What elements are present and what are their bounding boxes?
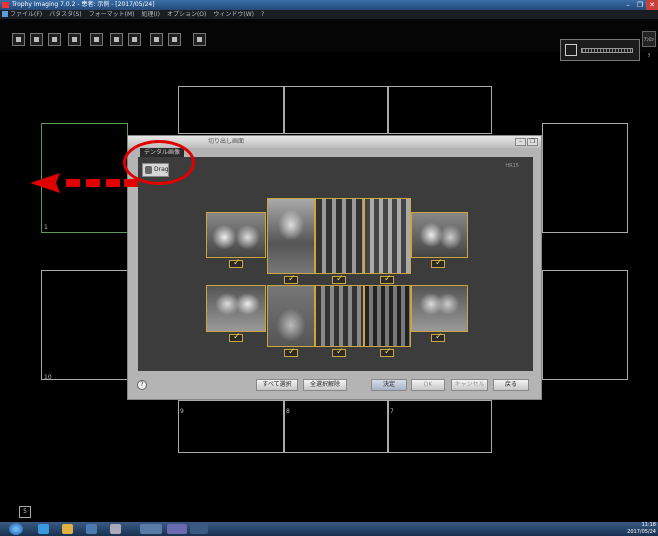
xray-tile-lower-1[interactable]	[206, 285, 266, 332]
frame-label-1: 1	[44, 224, 48, 231]
corner-label: HR15	[505, 163, 519, 169]
menu-options[interactable]: オプション(O)	[167, 10, 206, 19]
menu-process[interactable]: 処理(I)	[142, 10, 160, 19]
media-icon[interactable]	[86, 524, 97, 534]
check-lower-3[interactable]	[332, 347, 346, 357]
check-lower-1[interactable]	[229, 332, 243, 342]
close-button[interactable]: ✕	[646, 0, 658, 10]
acquire-icon[interactable]	[68, 33, 81, 46]
dialog-content: Drag HR15	[138, 157, 533, 371]
xray-tile-lower-4[interactable]	[364, 285, 411, 347]
help-button[interactable]: ?	[137, 380, 147, 390]
confirm-button[interactable]: 決定	[371, 379, 407, 391]
crop-dialog: 切り出し画面 – ❐ デンタル画像 Drag HR15 ✓ ✓ ✓ ✓ ✓ ✓ …	[127, 135, 542, 400]
dialog-restore-button[interactable]: ❐	[527, 138, 538, 146]
cancel-button[interactable]: キャンセル	[451, 379, 488, 391]
xray-tile-lower-5[interactable]	[411, 285, 468, 332]
xray-tile-upper-3[interactable]	[315, 198, 364, 274]
tray-date: 2017/05/24	[627, 529, 656, 535]
app-icon-taskbar[interactable]	[110, 524, 121, 534]
frame-top-3[interactable]	[388, 86, 492, 134]
dialog-titlebar: 切り出し画面 – ❐	[128, 136, 541, 148]
frame-label-10: 10	[44, 374, 52, 381]
frame-left-bottom[interactable]	[41, 270, 128, 380]
frame-top-1[interactable]	[178, 86, 284, 134]
check-lower-2[interactable]	[284, 347, 298, 357]
frame-label-9: 9	[180, 408, 184, 415]
toolbar: ｱﾝﾛｯｸ	[0, 19, 658, 61]
device-level-bar	[581, 48, 633, 53]
import-icon[interactable]	[48, 33, 61, 46]
frame-label-8: 8	[286, 408, 290, 415]
check-lower-4[interactable]	[380, 347, 394, 357]
frame-bottom-3[interactable]	[388, 400, 492, 453]
app-taskbar-item-2[interactable]	[167, 524, 187, 534]
minimize-button[interactable]: –	[622, 0, 634, 10]
ok-button[interactable]: OK	[411, 379, 445, 391]
check-upper-4[interactable]	[380, 274, 394, 284]
check-upper-5[interactable]	[431, 258, 445, 268]
start-button[interactable]	[9, 523, 23, 535]
check-upper-2[interactable]	[284, 274, 298, 284]
menu-help[interactable]: ?	[261, 10, 264, 19]
xray-tile-upper-4[interactable]	[364, 198, 411, 274]
xray-tile-upper-1[interactable]	[206, 212, 266, 258]
window-titlebar: Trophy Imaging 7.0.2 - 患者: 示例 - [2017/05…	[0, 0, 658, 10]
tray-time: 11:18	[641, 522, 656, 528]
window-controls: – ❐ ✕	[622, 0, 658, 10]
xray-tile-upper-2[interactable]	[267, 198, 315, 274]
explorer-icon[interactable]	[62, 524, 73, 534]
device-icon	[565, 44, 577, 56]
patient-icon[interactable]	[12, 33, 25, 46]
trophy-taskbar-item[interactable]	[140, 524, 162, 534]
frame-bottom-2[interactable]	[284, 400, 388, 453]
taskbar: 11:18 2017/05/24	[0, 522, 658, 536]
dialog-minimize-button[interactable]: –	[515, 138, 526, 146]
check-upper-3[interactable]	[332, 274, 346, 284]
system-tray: 11:18 2017/05/24	[627, 522, 656, 536]
frame-top-2[interactable]	[284, 86, 388, 134]
menu-window[interactable]: ウィンドウ(W)	[213, 10, 254, 19]
xray-tile-lower-2[interactable]	[267, 285, 315, 347]
open-icon[interactable]	[30, 33, 43, 46]
frame-right-bottom[interactable]	[542, 270, 628, 380]
side-button[interactable]: ｱﾝﾛｯｸ	[642, 31, 656, 59]
window-title: Trophy Imaging 7.0.2 - 患者: 示例 - [2017/05…	[12, 1, 155, 8]
xray-icon[interactable]	[110, 33, 123, 46]
frame-bottom-1[interactable]	[178, 400, 284, 453]
app-taskbar-item-3[interactable]	[190, 524, 208, 534]
print-icon[interactable]	[150, 33, 163, 46]
check-lower-5[interactable]	[431, 332, 445, 342]
exit-icon[interactable]	[193, 33, 206, 46]
back-button[interactable]: 戻る	[493, 379, 529, 391]
layout-icon[interactable]	[128, 33, 141, 46]
menubar: ファイル(F) パタスタ(S) フォーマット(M) 処理(I) オプション(O)…	[0, 10, 658, 19]
page-number[interactable]: 5	[19, 506, 31, 518]
frame-right-top[interactable]	[542, 123, 628, 233]
menu-format[interactable]: フォーマット(M)	[89, 10, 135, 19]
device-status-panel	[560, 39, 640, 61]
ie-icon[interactable]	[38, 524, 49, 534]
app-icon	[2, 2, 9, 8]
menu-pattern[interactable]: パタスタ(S)	[49, 10, 82, 19]
scan-icon[interactable]	[90, 33, 103, 46]
menu-app-icon	[2, 11, 8, 17]
annotation-arrow	[30, 173, 138, 193]
menu-file[interactable]: ファイル(F)	[10, 10, 42, 19]
frame-label-7: 7	[390, 408, 394, 415]
maximize-button[interactable]: ❐	[634, 0, 646, 10]
xray-tile-lower-3[interactable]	[315, 285, 364, 347]
dialog-title: 切り出し画面	[208, 138, 245, 145]
dialog-controls: – ❐	[515, 138, 538, 146]
export-icon[interactable]	[168, 33, 181, 46]
select-all-button[interactable]: すべて選択	[256, 379, 298, 391]
check-upper-1[interactable]	[229, 258, 243, 268]
xray-tile-upper-5[interactable]	[411, 212, 468, 258]
deselect-all-button[interactable]: 全選択解除	[303, 379, 347, 391]
